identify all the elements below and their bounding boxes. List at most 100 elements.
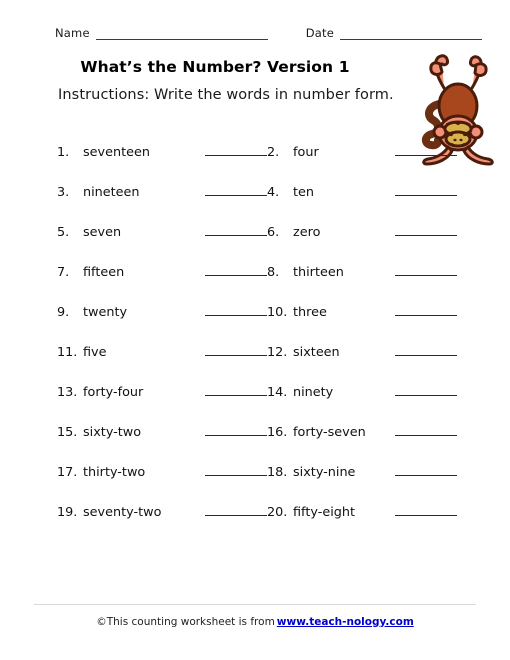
answer-blank[interactable] (395, 344, 457, 356)
date-field[interactable]: Date (305, 26, 483, 40)
student-info-row: Name Date (55, 26, 483, 40)
question-item: 13. forty-four (57, 384, 267, 400)
question-item: 10. three (267, 304, 457, 320)
question-number: 4. (267, 185, 280, 200)
page-title: What’s the Number? Version 1 (80, 58, 350, 76)
question-row: 11. five 12. sixteen (57, 344, 457, 384)
name-write-line[interactable] (95, 28, 268, 40)
question-word: seventeen (83, 145, 150, 160)
question-word: five (83, 345, 107, 360)
answer-blank[interactable] (395, 464, 457, 476)
answer-blank[interactable] (205, 464, 267, 476)
teachnology-link[interactable]: www.teach-nology.com (277, 616, 414, 628)
question-number: 3. (57, 185, 70, 200)
question-word: sixteen (293, 345, 340, 360)
question-number: 1. (57, 145, 70, 160)
answer-blank[interactable] (205, 224, 267, 236)
answer-blank[interactable] (205, 184, 267, 196)
question-item: 8. thirteen (267, 264, 457, 280)
question-item: 16. forty-seven (267, 424, 457, 440)
answer-blank[interactable] (395, 384, 457, 396)
answer-blank[interactable] (205, 424, 267, 436)
answer-blank[interactable] (205, 344, 267, 356)
question-row: 17. thirty-two 18. sixty-nine (57, 464, 457, 504)
question-row: 3. nineteen 4. ten (57, 184, 457, 224)
answer-blank[interactable] (395, 224, 457, 236)
question-word: fifteen (83, 265, 125, 280)
question-item: 9. twenty (57, 304, 267, 320)
question-number: 20. (267, 505, 288, 520)
answer-blank[interactable] (205, 504, 267, 516)
question-item: 2. four (267, 144, 457, 160)
question-item: 15. sixty-two (57, 424, 267, 440)
answer-blank[interactable] (395, 424, 457, 436)
worksheet-page: Name Date What’s the Number? Version 1 I… (0, 0, 510, 660)
question-word: forty-seven (293, 425, 366, 440)
question-item: 12. sixteen (267, 344, 457, 360)
question-number: 12. (267, 345, 288, 360)
question-item: 5. seven (57, 224, 267, 240)
question-item: 20. fifty-eight (267, 504, 457, 520)
question-row: 13. forty-four 14. ninety (57, 384, 457, 424)
question-item: 18. sixty-nine (267, 464, 457, 480)
question-item: 4. ten (267, 184, 457, 200)
answer-blank[interactable] (395, 184, 457, 196)
question-word: ninety (293, 385, 334, 400)
question-item: 3. nineteen (57, 184, 267, 200)
date-write-line[interactable] (340, 28, 483, 40)
question-row: 19. seventy-two 20. fifty-eight (57, 504, 457, 544)
answer-blank[interactable] (395, 504, 457, 516)
question-item: 19. seventy-two (57, 504, 267, 520)
question-word: thirty-two (83, 465, 146, 480)
question-number: 6. (267, 225, 280, 240)
question-word: sixty-two (83, 425, 142, 440)
instructions-text: Instructions: Write the words in number … (58, 87, 394, 103)
question-word: thirteen (293, 265, 344, 280)
question-number: 13. (57, 385, 78, 400)
question-word: zero (293, 225, 321, 240)
question-word: ten (293, 185, 315, 200)
answer-blank[interactable] (205, 304, 267, 316)
question-word: forty-four (83, 385, 144, 400)
question-row: 1. seventeen 2. four (57, 144, 457, 184)
answer-blank[interactable] (205, 144, 267, 156)
question-number: 8. (267, 265, 280, 280)
question-number: 2. (267, 145, 280, 160)
question-number: 10. (267, 305, 288, 320)
question-row: 7. fifteen 8. thirteen (57, 264, 457, 304)
question-row: 15. sixty-two 16. forty-seven (57, 424, 457, 464)
question-word: sixty-nine (293, 465, 356, 480)
question-item: 14. ninety (267, 384, 457, 400)
question-word: four (293, 145, 319, 160)
answer-blank[interactable] (395, 304, 457, 316)
question-item: 17. thirty-two (57, 464, 267, 480)
question-row: 9. twenty 10. three (57, 304, 457, 344)
question-number: 7. (57, 265, 70, 280)
question-word: three (293, 305, 327, 320)
question-row: 5. seven 6. zero (57, 224, 457, 264)
question-number: 9. (57, 305, 70, 320)
question-item: 1. seventeen (57, 144, 267, 160)
question-item: 11. five (57, 344, 267, 360)
question-number: 19. (57, 505, 78, 520)
question-number: 17. (57, 465, 78, 480)
question-number: 5. (57, 225, 70, 240)
question-word: seventy-two (83, 505, 162, 520)
answer-blank[interactable] (205, 264, 267, 276)
question-number: 14. (267, 385, 288, 400)
footer-credit-text: ©This counting worksheet is from (96, 616, 275, 628)
answer-blank[interactable] (205, 384, 267, 396)
name-field[interactable]: Name (55, 26, 268, 40)
date-label: Date (305, 26, 335, 40)
question-item: 6. zero (267, 224, 457, 240)
question-number: 15. (57, 425, 78, 440)
question-number: 16. (267, 425, 288, 440)
question-word: nineteen (83, 185, 140, 200)
name-label: Name (55, 26, 90, 40)
answer-blank[interactable] (395, 144, 457, 156)
footer-divider (34, 604, 476, 605)
answer-blank[interactable] (395, 264, 457, 276)
question-item: 7. fifteen (57, 264, 267, 280)
question-word: fifty-eight (293, 505, 356, 520)
questions-grid: 1. seventeen 2. four 3. nineteen 4. ten 5. seven 6… (57, 144, 457, 544)
